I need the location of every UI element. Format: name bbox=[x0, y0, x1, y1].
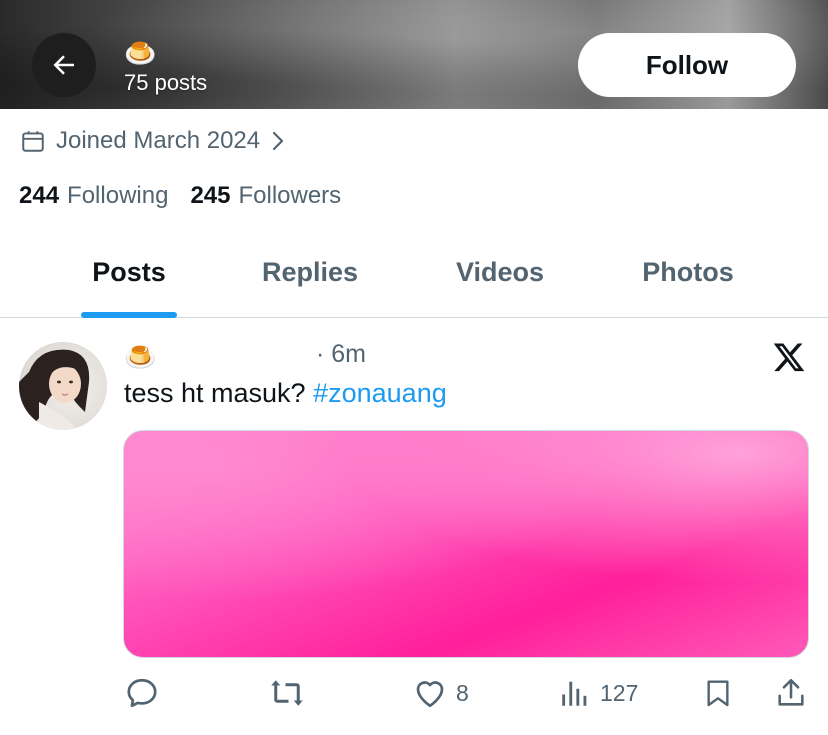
reply-button[interactable] bbox=[124, 668, 160, 718]
followers-count: 245 bbox=[190, 182, 231, 209]
repost-icon bbox=[271, 680, 303, 706]
like-count: 8 bbox=[456, 679, 469, 706]
views-button[interactable]: 127 bbox=[558, 668, 638, 718]
post-body: tess ht masuk? bbox=[124, 378, 314, 408]
heart-icon bbox=[416, 681, 444, 708]
followers-link[interactable]: 245 Followers bbox=[190, 182, 341, 210]
post-time-value: 6m bbox=[331, 340, 367, 368]
posts-count: 75 posts bbox=[124, 70, 208, 95]
following-label: Following bbox=[67, 182, 169, 209]
following-link[interactable]: 244 Following bbox=[19, 182, 168, 210]
follow-button[interactable]: Follow bbox=[578, 33, 796, 97]
header-display-name: 🍮 bbox=[124, 38, 157, 68]
like-button[interactable]: 8 bbox=[412, 668, 469, 718]
follow-stats: 244 Following 245 Followers bbox=[19, 182, 363, 210]
views-count: 127 bbox=[600, 679, 639, 706]
calendar-icon bbox=[20, 128, 46, 154]
joined-date[interactable]: Joined March 2024 bbox=[20, 124, 286, 158]
hashtag-link[interactable]: #zonauang bbox=[313, 378, 447, 408]
following-count: 244 bbox=[19, 182, 60, 209]
share-icon bbox=[778, 678, 804, 706]
back-button[interactable] bbox=[32, 33, 96, 97]
post-media[interactable] bbox=[123, 430, 809, 658]
reply-icon bbox=[127, 678, 157, 708]
followers-label: Followers bbox=[238, 182, 342, 209]
views-icon bbox=[562, 681, 587, 706]
tab-photos-label: Photos bbox=[642, 257, 734, 287]
tab-posts-label: Posts bbox=[92, 257, 166, 287]
tab-videos[interactable]: Videos bbox=[400, 236, 600, 318]
chevron-right-icon bbox=[270, 130, 286, 152]
post-timestamp: · 6m bbox=[316, 340, 367, 368]
joined-label: Joined March 2024 bbox=[56, 127, 261, 154]
tab-replies[interactable]: Replies bbox=[210, 236, 410, 318]
profile-tabs: Posts Replies Videos Photos bbox=[0, 236, 828, 318]
bookmark-button[interactable] bbox=[702, 668, 734, 718]
arrow-left-icon bbox=[53, 55, 74, 75]
tab-active-indicator bbox=[81, 312, 177, 318]
share-button[interactable] bbox=[774, 668, 808, 718]
repost-button[interactable] bbox=[268, 668, 306, 718]
tab-replies-label: Replies bbox=[261, 257, 359, 287]
post-text: tess ht masuk? #zonauang bbox=[124, 378, 447, 409]
tab-photos[interactable]: Photos bbox=[588, 236, 788, 318]
post-action-bar: 8 127 bbox=[0, 668, 828, 718]
post-author-name[interactable]: 🍮 bbox=[124, 344, 156, 370]
x-logo-icon bbox=[772, 340, 806, 374]
bookmark-icon bbox=[707, 680, 729, 707]
post-avatar[interactable] bbox=[19, 342, 107, 430]
tab-videos-label: Videos bbox=[455, 257, 545, 287]
